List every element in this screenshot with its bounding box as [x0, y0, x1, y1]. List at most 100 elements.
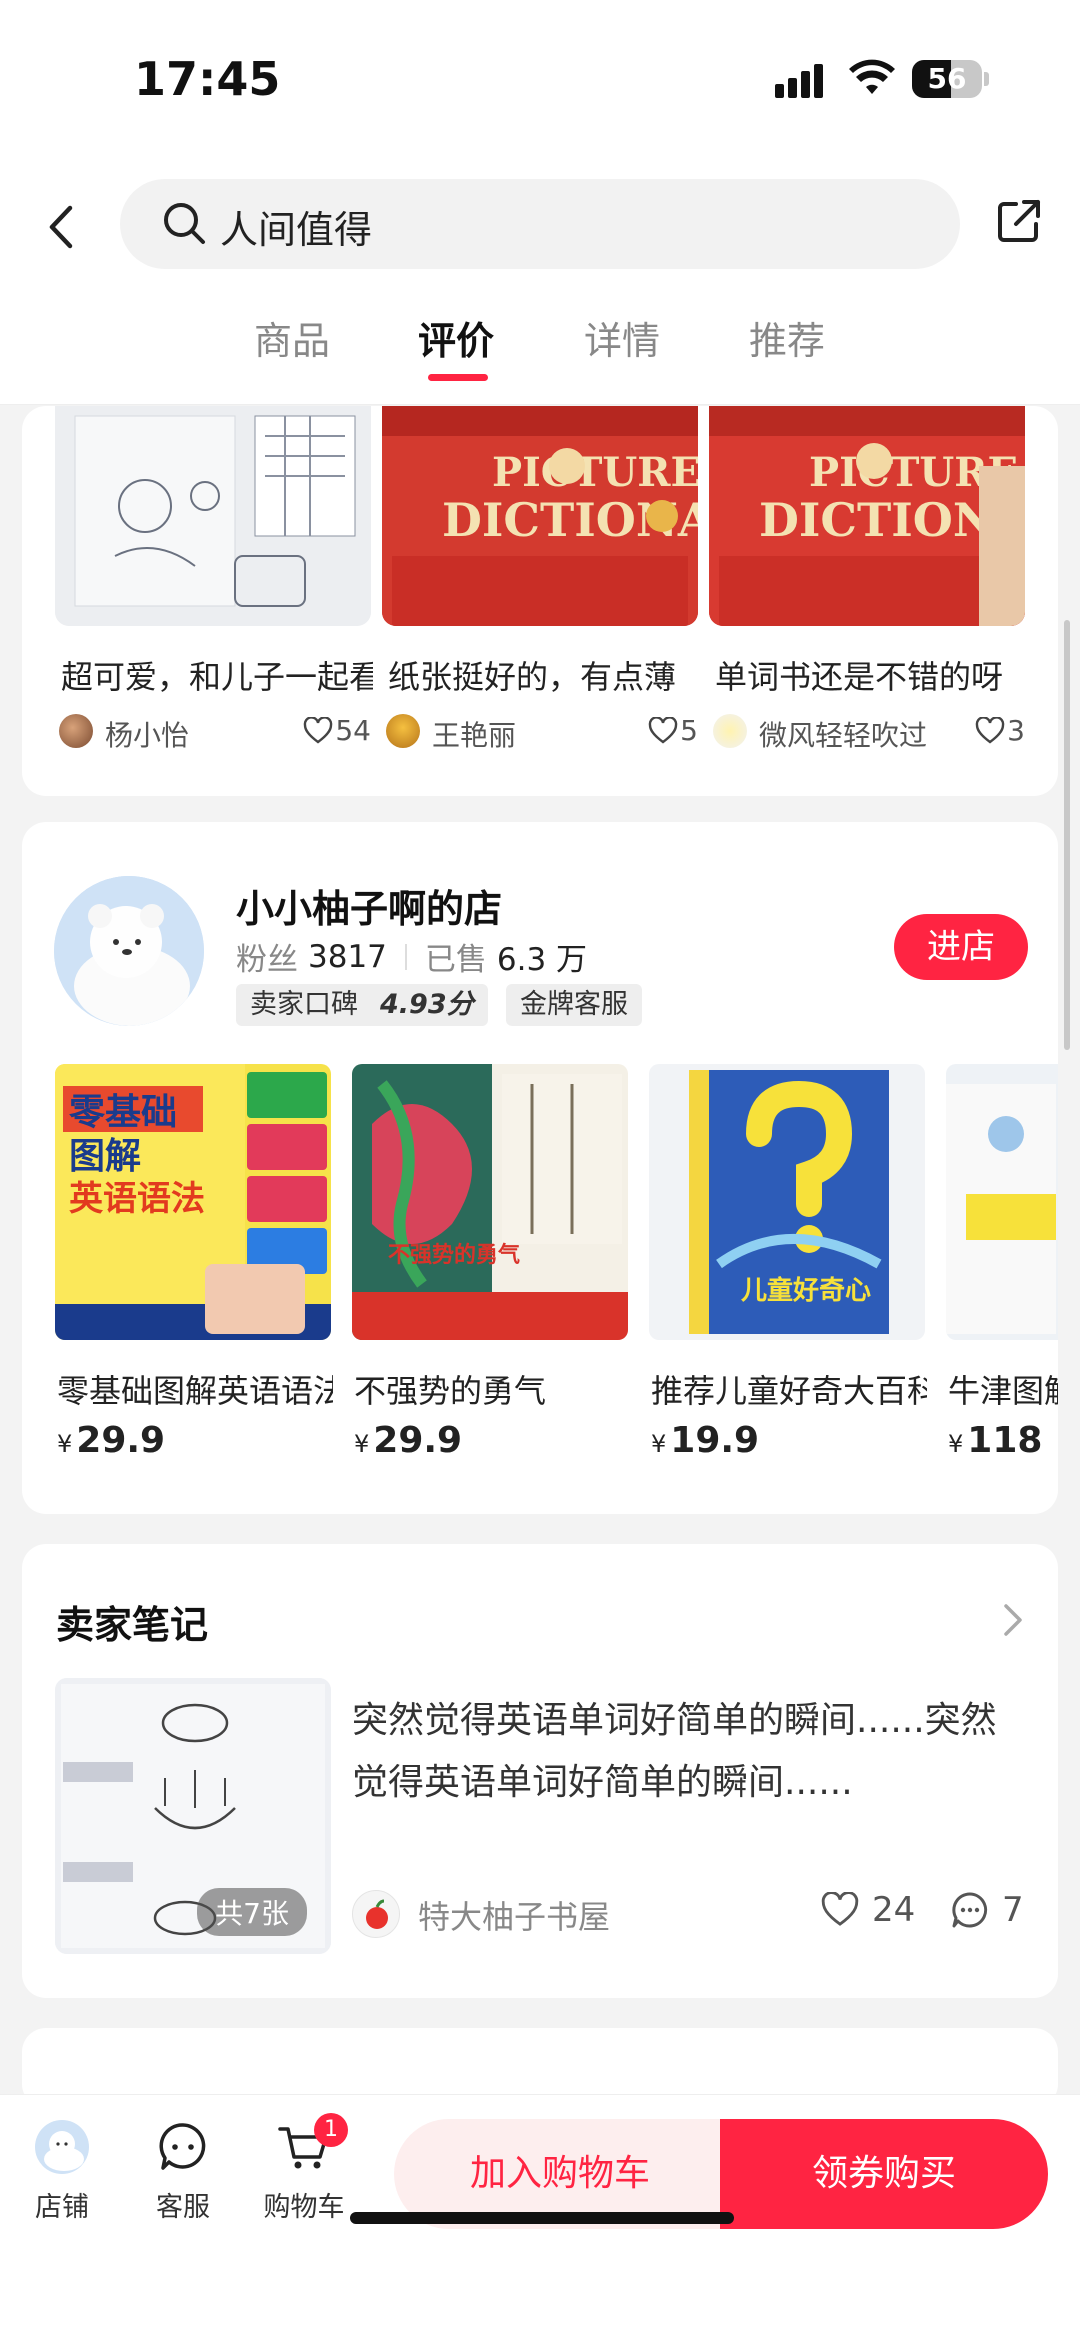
product-card[interactable]: 儿童好奇心 推荐儿童好奇大百科 ¥19.9 — [649, 1064, 927, 1461]
review-likes-count: 54 — [335, 714, 371, 747]
svg-text:儿童好奇心: 儿童好奇心 — [741, 1275, 871, 1306]
note-likes[interactable]: 24 — [820, 1890, 915, 1930]
store-name[interactable]: 小小柚子啊的店 — [236, 878, 502, 933]
back-icon[interactable] — [42, 202, 82, 252]
tab-recommend[interactable]: 推荐 — [737, 310, 837, 365]
review-likes[interactable]: 3 — [975, 714, 1025, 747]
cart-count-badge: 1 — [314, 2113, 348, 2147]
currency-symbol: ¥ — [57, 1430, 73, 1458]
home-indicator[interactable] — [350, 2212, 734, 2224]
reviewer-name: 杨小怡 — [105, 719, 190, 752]
seller-notes-card: 卖家笔记 共7张 突然觉得英语单词好简单的瞬间......突然觉得英语单词好简单… — [22, 1544, 1058, 1998]
review-likes[interactable]: 5 — [648, 714, 698, 747]
review-image[interactable]: PICTURE DICTIONARY — [709, 406, 1025, 626]
image-count-badge: 共7张 — [197, 1888, 307, 1936]
tab-goods[interactable]: 商品 — [242, 310, 342, 365]
reviewer-avatar — [713, 714, 747, 748]
svg-text:英语语法: 英语语法 — [69, 1179, 205, 1219]
review-text: 纸张挺好的，有点薄 — [388, 658, 677, 696]
heart-icon — [648, 716, 678, 743]
search-text: 人间值得 — [220, 208, 373, 252]
search-bar[interactable]: 人间值得 — [120, 179, 960, 269]
chevron-right-icon[interactable] — [1000, 1600, 1026, 1640]
product-title: 牛津图解 — [948, 1372, 1058, 1410]
wifi-icon — [849, 59, 895, 94]
product-image[interactable]: 不强势的勇气 — [352, 1064, 628, 1340]
product-price-value: 29.9 — [76, 1420, 166, 1461]
review-text: 超可爱，和儿子一起看 — [61, 658, 373, 696]
product-title: 零基础图解英语语法 — [57, 1372, 333, 1410]
product-title: 不强势的勇气 — [354, 1372, 547, 1410]
battery-level: 56 — [927, 62, 967, 95]
review-item[interactable]: PICTURE DICTIONARY 纸张挺好的，有点薄 王艳丽 5 — [382, 406, 698, 752]
cart-tab-label: 购物车 — [263, 2192, 345, 2223]
review-text: 单词书还是不错的呀 — [715, 658, 1004, 696]
note-comments[interactable]: 7 — [950, 1890, 1024, 1930]
customer-service-label: 客服 — [156, 2192, 210, 2223]
review-item[interactable]: 超可爱，和儿子一起看 杨小怡 54 — [55, 406, 373, 752]
product-image[interactable]: 零基础 图解 英语语法 — [55, 1064, 331, 1340]
review-item[interactable]: PICTURE DICTIONARY 单词书还是不错的呀 微风轻轻吹过 3 — [709, 406, 1025, 752]
product-price-value: 29.9 — [373, 1420, 463, 1461]
buy-with-coupon-button[interactable]: 领券购买 — [720, 2119, 1048, 2229]
review-image[interactable]: PICTURE DICTIONARY — [382, 406, 698, 626]
currency-symbol: ¥ — [948, 1430, 964, 1458]
store-tab[interactable]: 店铺 — [12, 2119, 112, 2224]
cart-tab[interactable]: 购物车 1 — [254, 2113, 354, 2224]
reviewer-avatar — [59, 714, 93, 748]
sold-label: 已售 — [424, 942, 487, 978]
rating-label: 卖家口碑 — [250, 989, 358, 1020]
enter-store-button[interactable]: 进店 — [894, 914, 1028, 980]
product-card[interactable]: 牛津图解 ¥118 — [946, 1064, 1058, 1461]
scrollbar[interactable] — [1064, 620, 1070, 1050]
divider — [404, 943, 407, 970]
product-price: ¥19.9 — [651, 1420, 759, 1461]
note-comments-count: 7 — [1002, 1890, 1024, 1930]
product-price: ¥118 — [948, 1420, 1042, 1461]
rating-badge: 卖家口碑 4.93分 — [236, 984, 488, 1026]
svg-text:零基础: 零基础 — [69, 1092, 177, 1133]
store-stats: 粉丝 3817 已售 6.3 万 — [236, 934, 587, 979]
battery-icon: 56 — [912, 60, 982, 98]
review-likes[interactable]: 54 — [303, 714, 371, 747]
notes-title: 卖家笔记 — [56, 1603, 209, 1647]
product-image[interactable]: 儿童好奇心 — [649, 1064, 925, 1340]
product-image[interactable] — [946, 1064, 1058, 1340]
signal-icon — [775, 62, 831, 98]
heart-icon — [821, 1892, 859, 1926]
battery-tip — [984, 72, 989, 86]
comment-icon — [952, 1892, 988, 1928]
tab-reviews[interactable]: 评价 — [406, 310, 506, 381]
reviewer-avatar — [386, 714, 420, 748]
product-card[interactable]: 零基础 图解 英语语法 零基础图解英语语法 ¥29.9 — [55, 1064, 333, 1461]
author-avatar — [352, 1890, 400, 1938]
note-text[interactable]: 突然觉得英语单词好简单的瞬间......突然觉得英语单词好简单的瞬间...... — [352, 1690, 1028, 1814]
share-icon[interactable] — [994, 196, 1044, 246]
currency-symbol: ¥ — [354, 1430, 370, 1458]
product-price-value: 19.9 — [670, 1420, 760, 1461]
heart-icon — [304, 716, 333, 743]
product-price: ¥29.9 — [354, 1420, 462, 1461]
product-price: ¥29.9 — [57, 1420, 165, 1461]
status-time: 17:45 — [134, 52, 281, 106]
store-avatar[interactable] — [54, 876, 204, 1026]
svg-text:PICTURE: PICTURE — [492, 449, 698, 496]
currency-symbol: ¥ — [651, 1430, 667, 1458]
reviews-card: 超可爱，和儿子一起看 杨小怡 54 PICTURE DICTIONARY 纸张挺… — [22, 406, 1058, 796]
store-card: 小小柚子啊的店 粉丝 3817 已售 6.3 万 卖家口碑 4.93分 金牌客服… — [22, 822, 1058, 1514]
product-card[interactable]: 不强势的勇气 不强势的勇气 ¥29.9 — [352, 1064, 628, 1461]
sold-count: 6.3 万 — [496, 942, 588, 978]
note-author: 特大柚子书屋 — [418, 1898, 611, 1936]
tab-bar: 商品 评价 详情 推荐 — [0, 310, 1080, 390]
tab-details[interactable]: 详情 — [572, 310, 672, 365]
product-title: 推荐儿童好奇大百科 — [651, 1372, 927, 1410]
fans-count: 3817 — [308, 938, 387, 975]
svg-text:不强势的勇气: 不强势的勇气 — [388, 1242, 520, 1268]
heart-icon — [975, 716, 1005, 743]
review-image[interactable] — [55, 406, 371, 626]
note-image[interactable]: 共7张 — [55, 1678, 331, 1954]
customer-service-tab[interactable]: 客服 — [133, 2119, 233, 2224]
fans-label: 粉丝 — [236, 942, 298, 978]
top-nav: 人间值得 商品 评价 详情 推荐 — [0, 150, 1080, 405]
review-likes-count: 5 — [680, 714, 698, 747]
